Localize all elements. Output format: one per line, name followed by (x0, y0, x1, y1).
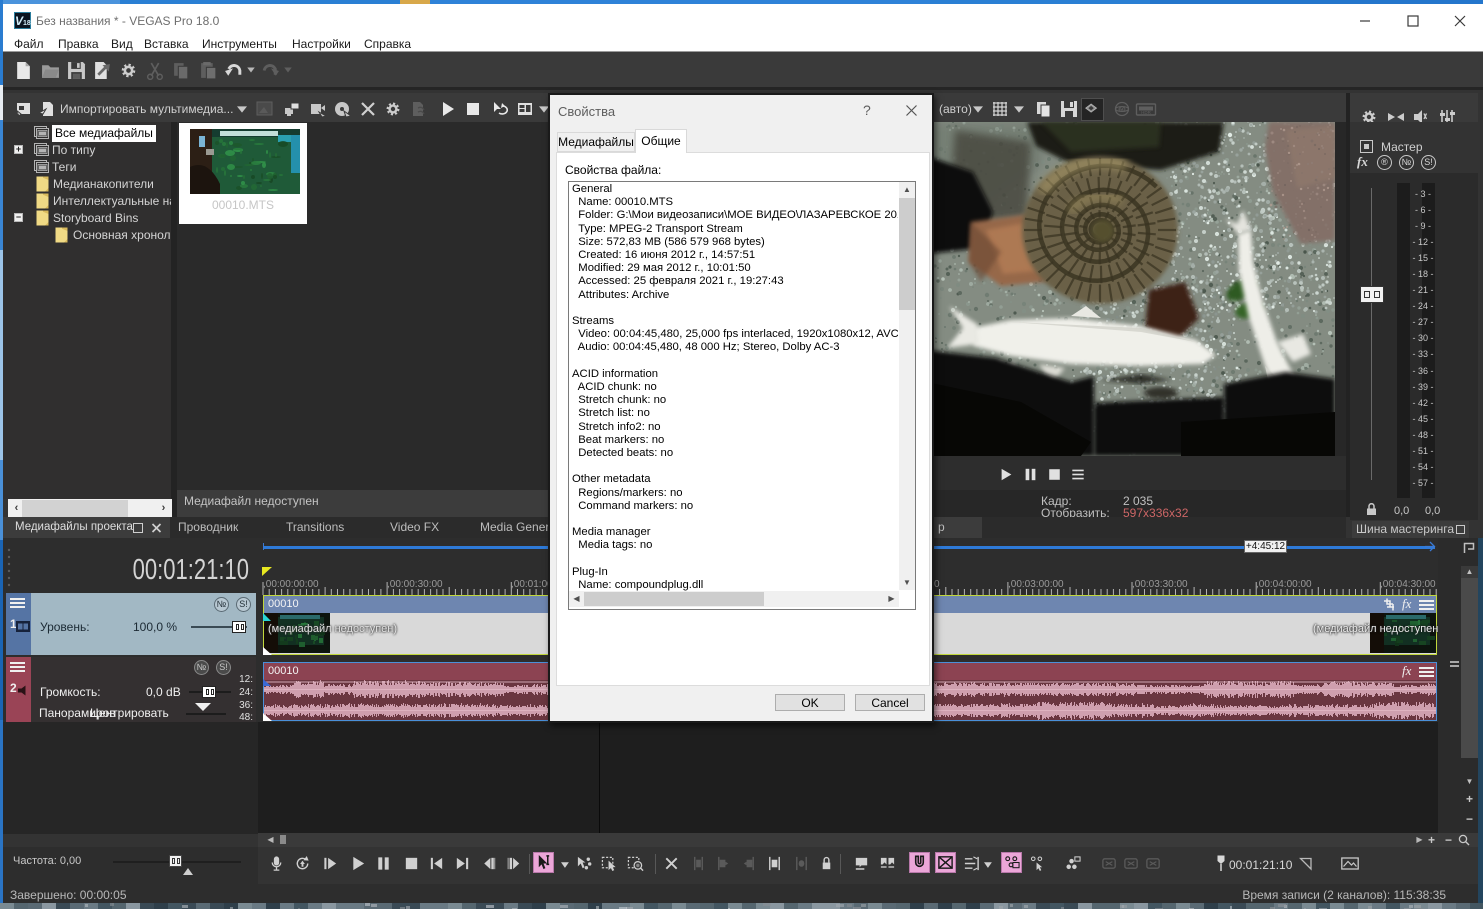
svg-text:HDR: HDR (1141, 110, 1151, 115)
svg-text:60: 60 (1118, 107, 1126, 114)
